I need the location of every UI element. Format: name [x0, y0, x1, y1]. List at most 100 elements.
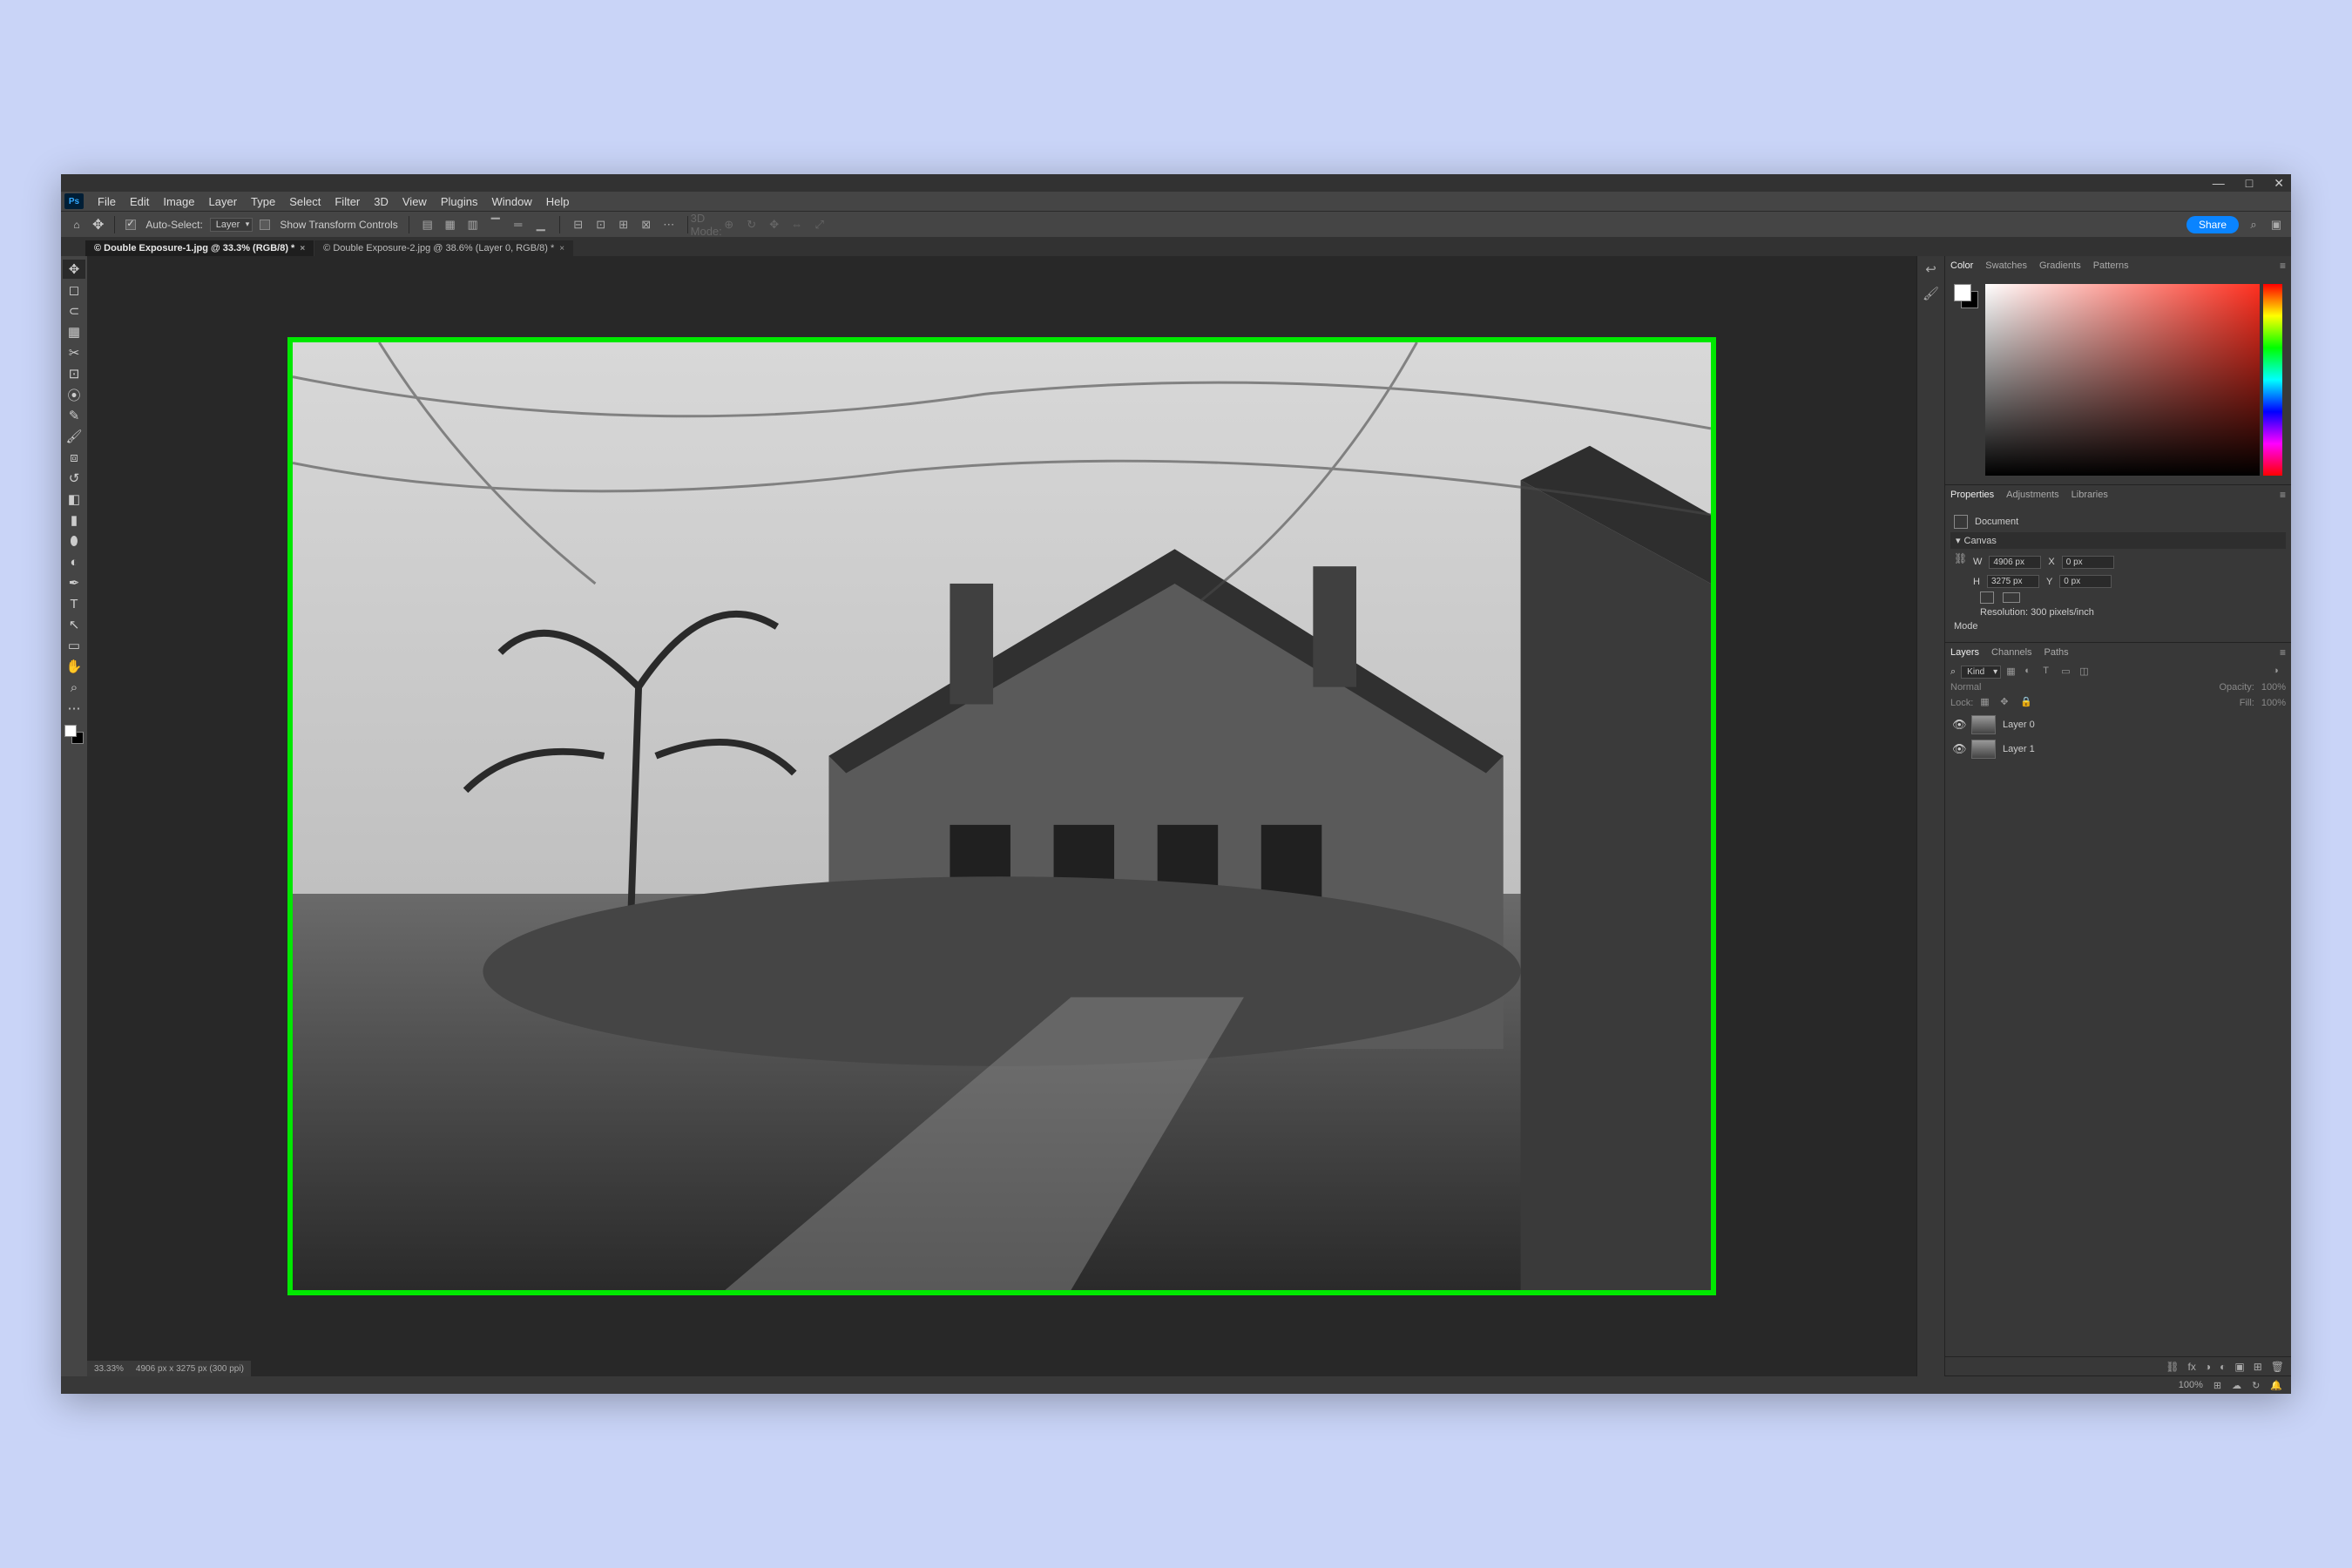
auto-select-dropdown[interactable]: Layer [210, 218, 253, 232]
align-bottom-icon[interactable]: ▁ [533, 217, 549, 233]
search-icon[interactable]: ⌕ [2246, 217, 2261, 233]
panel-menu-icon[interactable]: ≡ [2280, 489, 2286, 501]
visibility-icon[interactable]: 👁 [1952, 718, 1964, 732]
align-left-icon[interactable]: ▤ [420, 217, 436, 233]
share-button[interactable]: Share [2186, 216, 2239, 233]
filter-type-icon[interactable]: T [2043, 666, 2056, 679]
lock-pixels-icon[interactable]: ▦ [1980, 696, 1993, 709]
distribute-h2-icon[interactable]: ⊞ [616, 217, 632, 233]
more-align-icon[interactable]: ⋯ [661, 217, 677, 233]
path-tool-icon[interactable]: ↖ [63, 615, 85, 634]
dodge-tool-icon[interactable]: ◐ [63, 552, 85, 571]
width-field[interactable]: 4906 px [1989, 556, 2041, 569]
zoom-indicator[interactable]: 100% [2179, 1380, 2203, 1390]
link-layers-icon[interactable]: ⛓ [2166, 1361, 2179, 1373]
crop-tool-icon[interactable]: ✂ [63, 343, 85, 362]
home-icon[interactable]: ⌂ [68, 216, 85, 233]
tab-properties[interactable]: Properties [1950, 490, 1994, 500]
history-icon[interactable]: ↩ [1925, 261, 1936, 277]
filter-pixel-icon[interactable]: ▦ [2006, 666, 2019, 679]
history-brush-icon[interactable]: ↺ [63, 469, 85, 488]
layer-mask-icon[interactable]: ◑ [2205, 1361, 2211, 1373]
workspace-icon[interactable]: ▣ [2268, 217, 2284, 233]
cloud-icon[interactable]: ☁ [2232, 1380, 2241, 1391]
menu-filter[interactable]: Filter [328, 193, 367, 210]
stamp-tool-icon[interactable]: ⧈ [63, 448, 85, 467]
color-picker[interactable] [1985, 284, 2282, 476]
menu-view[interactable]: View [395, 193, 434, 210]
link-icon[interactable]: ⛓ [1954, 552, 1966, 571]
auto-select-checkbox[interactable] [125, 220, 136, 230]
adjustment-layer-icon[interactable]: ◐ [2220, 1361, 2226, 1373]
filter-smart-icon[interactable]: ◫ [2079, 666, 2092, 679]
close-icon[interactable]: × [559, 244, 564, 253]
pen-tool-icon[interactable]: ✒ [63, 573, 85, 592]
tab-paths[interactable]: Paths [2044, 647, 2069, 658]
color-swatch[interactable] [64, 725, 84, 744]
hue-slider[interactable] [2263, 284, 2282, 476]
panel-menu-icon[interactable]: ≡ [2280, 646, 2286, 659]
tab-color[interactable]: Color [1950, 260, 1973, 271]
align-right-icon[interactable]: ▥ [465, 217, 481, 233]
x-field[interactable]: 0 px [2062, 556, 2114, 569]
move-tool-icon[interactable]: ✥ [63, 260, 85, 279]
notification-icon[interactable]: 🔔 [2270, 1380, 2282, 1391]
zoom-readout[interactable]: 33.33% [94, 1364, 124, 1374]
lock-all-icon[interactable]: 🔒 [2020, 696, 2033, 709]
distribute-v-icon[interactable]: ⊡ [593, 217, 609, 233]
menu-file[interactable]: File [91, 193, 123, 210]
minimize-button[interactable]: — [2213, 176, 2225, 190]
frame-tool-icon[interactable]: ⊡ [63, 364, 85, 383]
fill-value[interactable]: 100% [2261, 698, 2286, 708]
close-button[interactable]: ✕ [2274, 176, 2284, 191]
align-top-icon[interactable]: ▔ [488, 217, 504, 233]
group-icon[interactable]: ▣ [2234, 1361, 2244, 1373]
opacity-value[interactable]: 100% [2261, 682, 2286, 693]
gradient-tool-icon[interactable]: ▮ [63, 510, 85, 530]
color-swatch[interactable] [1954, 284, 1978, 308]
menu-3d[interactable]: 3D [367, 193, 395, 210]
canvas-section-header[interactable]: ▾ Canvas [1950, 532, 2286, 549]
hand-tool-icon[interactable]: ✋ [63, 657, 85, 676]
tab-layers[interactable]: Layers [1950, 647, 1979, 658]
eraser-tool-icon[interactable]: ◧ [63, 490, 85, 509]
doc-tab-1[interactable]: © Double Exposure-1.jpg @ 33.3% (RGB/8) … [85, 240, 314, 256]
layer-row[interactable]: 👁 Layer 1 [1950, 737, 2286, 761]
marquee-tool-icon[interactable]: ◻ [63, 280, 85, 300]
healing-tool-icon[interactable]: ✎ [63, 406, 85, 425]
doc-info[interactable]: 4906 px x 3275 px (300 ppi) [136, 1364, 244, 1374]
sync-icon[interactable]: ↻ [2252, 1380, 2260, 1391]
zoom-tool-icon[interactable]: ⌕ [63, 678, 85, 697]
lock-position-icon[interactable]: ✥ [2000, 696, 2013, 709]
menu-image[interactable]: Image [156, 193, 201, 210]
eyedropper-tool-icon[interactable]: ⦿ [63, 385, 85, 404]
visibility-icon[interactable]: 👁 [1952, 742, 1964, 756]
tab-gradients[interactable]: Gradients [2039, 260, 2081, 271]
search-icon[interactable]: ⌕ [1950, 666, 1956, 678]
menu-help[interactable]: Help [539, 193, 577, 210]
filter-kind-dropdown[interactable]: Kind [1961, 666, 2001, 679]
distribute-h-icon[interactable]: ⊟ [571, 217, 586, 233]
new-layer-icon[interactable]: ⊞ [2254, 1361, 2262, 1373]
y-field[interactable]: 0 px [2059, 575, 2112, 588]
edit-toolbar-icon[interactable]: ⋯ [63, 699, 85, 718]
delete-icon[interactable]: 🗑 [2271, 1361, 2284, 1373]
move-tool-icon[interactable]: ✥ [92, 216, 104, 233]
filter-toggle-icon[interactable]: ◑ [2273, 666, 2286, 679]
blur-tool-icon[interactable]: ⬮ [63, 531, 85, 551]
type-tool-icon[interactable]: T [63, 594, 85, 613]
canvas[interactable] [287, 337, 1716, 1295]
brush-tool-icon[interactable]: 🖌 [63, 427, 85, 446]
canvas-area[interactable]: 33.33% 4906 px x 3275 px (300 ppi) [87, 256, 1916, 1376]
maximize-button[interactable]: □ [2246, 176, 2253, 190]
menu-window[interactable]: Window [484, 193, 538, 210]
align-middle-icon[interactable]: ═ [510, 217, 526, 233]
lasso-tool-icon[interactable]: ⊂ [63, 301, 85, 321]
object-select-tool-icon[interactable]: ▦ [63, 322, 85, 341]
doc-tab-2[interactable]: © Double Exposure-2.jpg @ 38.6% (Layer 0… [314, 240, 573, 256]
show-transform-checkbox[interactable] [260, 220, 270, 230]
align-center-icon[interactable]: ▦ [443, 217, 458, 233]
layer-row[interactable]: 👁 Layer 0 [1950, 713, 2286, 737]
tab-patterns[interactable]: Patterns [2093, 260, 2129, 271]
blend-mode-dropdown[interactable]: Normal [1950, 682, 1981, 693]
